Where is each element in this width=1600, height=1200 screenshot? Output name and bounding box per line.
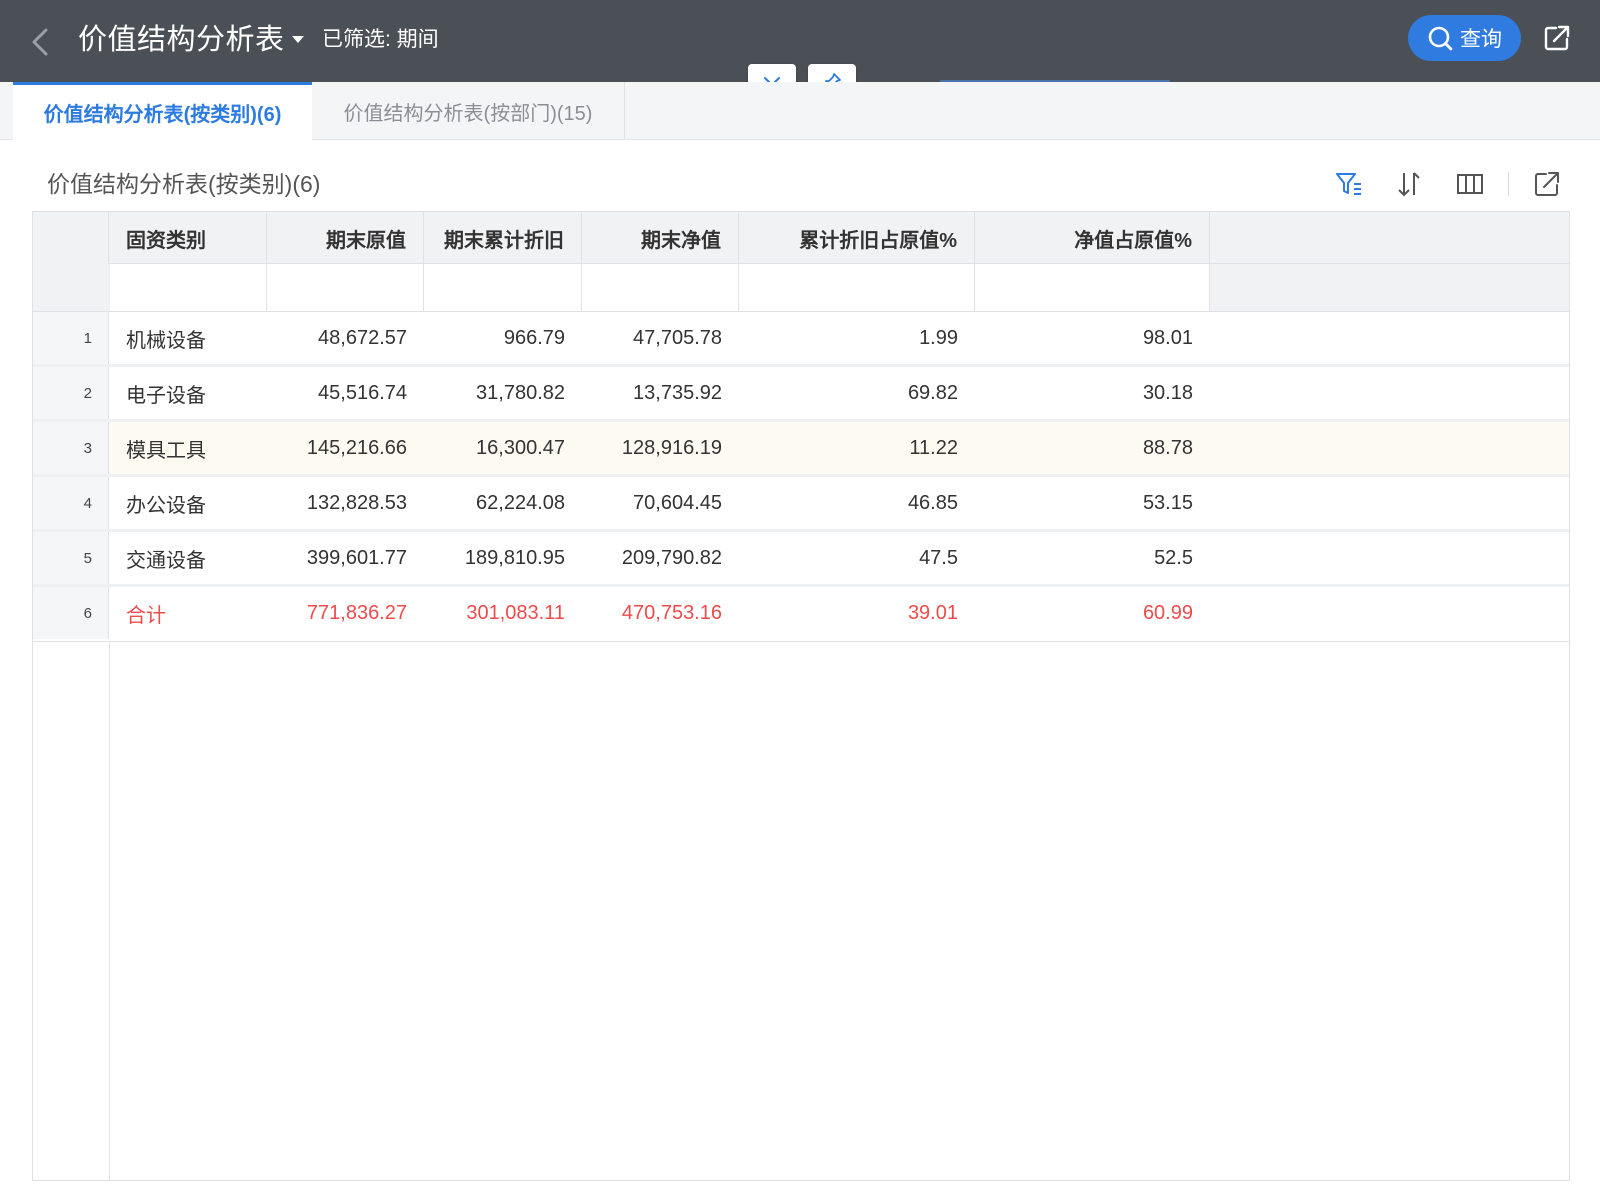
row-number: 5 (33, 532, 109, 584)
column-filter-input[interactable] (582, 264, 739, 311)
column-filter-input[interactable] (110, 264, 267, 311)
page-title: 价值结构分析表 (78, 24, 285, 56)
filter-button[interactable] (1334, 169, 1364, 199)
value-cell: 132,828.53 (306, 491, 407, 514)
tab-by-category[interactable]: 价值结构分析表(按类别)(6) (13, 82, 312, 140)
column-header[interactable]: 固资类别 (109, 212, 267, 264)
search-icon (1428, 26, 1453, 50)
table-row[interactable]: 1 机械设备 48,672.57 966.79 47,705.78 1.99 9… (33, 312, 1569, 367)
sort-button[interactable] (1394, 169, 1424, 199)
query-button-label: 查询 (1460, 28, 1502, 51)
column-header[interactable]: 净值占原值% (975, 212, 1210, 264)
columns-button[interactable] (1455, 169, 1485, 199)
sort-icon (1398, 172, 1420, 197)
value-cell: 88.78 (1142, 436, 1193, 459)
value-cell: 966.79 (503, 326, 565, 349)
column-header[interactable]: 累计折旧占原值% (739, 212, 975, 264)
section-title: 价值结构分析表(按类别)(6) (47, 171, 321, 197)
row-number: 1 (33, 312, 109, 364)
value-cell: 70,604.45 (633, 491, 722, 514)
data-table: 固资类别 期末原值 期末累计折旧 期末净值 累计折旧占原值% 净值占原值% 1 … (32, 211, 1570, 1181)
category-cell: 模具工具 (126, 439, 206, 462)
tab-bar: 价值结构分析表(按类别)(6) 价值结构分析表(按部门)(15) (0, 82, 1600, 140)
total-label-cell: 合计 (126, 604, 166, 627)
column-header[interactable]: 期末原值 (267, 212, 424, 264)
value-cell: 399,601.77 (306, 546, 407, 569)
value-cell: 46.85 (907, 491, 958, 514)
value-cell: 128,916.19 (621, 436, 722, 459)
column-header[interactable]: 期末净值 (582, 212, 739, 264)
filter-status: 已筛选: 期间 (322, 28, 439, 51)
column-filter-row (33, 264, 1569, 312)
value-cell: 30.18 (1142, 381, 1193, 404)
value-cell: 53.15 (1142, 491, 1193, 514)
tab-by-department[interactable]: 价值结构分析表(按部门)(15) (312, 82, 625, 140)
total-value-cell: 771,836.27 (306, 601, 407, 624)
total-value-cell: 301,083.11 (466, 601, 565, 624)
export-icon (1544, 25, 1570, 51)
table-row-total[interactable]: 6 合计 771,836.27 301,083.11 470,753.16 39… (33, 587, 1569, 642)
column-filter-input[interactable] (975, 264, 1210, 311)
column-filter-input[interactable] (267, 264, 424, 311)
value-cell: 31,780.82 (476, 381, 565, 404)
column-header[interactable]: 期末累计折旧 (424, 212, 582, 264)
table-header: 固资类别 期末原值 期末累计折旧 期末净值 累计折旧占原值% 净值占原值% (33, 212, 1569, 312)
export-button[interactable] (1542, 23, 1572, 53)
total-value-cell: 39.01 (907, 601, 958, 624)
app-header: 价值结构分析表 已筛选: 期间 查询 (0, 0, 1600, 82)
category-cell: 机械设备 (126, 329, 206, 352)
toolbar-divider (1508, 172, 1509, 196)
value-cell: 145,216.66 (306, 436, 407, 459)
chevron-left-icon (32, 28, 48, 56)
table-row[interactable]: 2 电子设备 45,516.74 31,780.82 13,735.92 69.… (33, 367, 1569, 422)
total-value-cell: 470,753.16 (621, 601, 722, 624)
export-icon (1535, 172, 1559, 196)
value-cell: 1.99 (919, 326, 958, 349)
row-number: 6 (33, 587, 109, 639)
value-cell: 11.22 (909, 436, 958, 459)
category-cell: 电子设备 (126, 384, 206, 407)
table-export-button[interactable] (1532, 169, 1562, 199)
title-dropdown-button[interactable] (286, 27, 310, 51)
table-row-highlighted[interactable]: 3 模具工具 145,216.66 16,300.47 128,916.19 1… (33, 422, 1569, 477)
value-cell: 52.5 (1154, 546, 1193, 569)
value-cell: 62,224.08 (476, 491, 565, 514)
category-cell: 交通设备 (126, 549, 206, 572)
value-cell: 48,672.57 (318, 326, 407, 349)
back-button[interactable] (26, 22, 56, 62)
column-filter-input[interactable] (424, 264, 582, 311)
query-button[interactable]: 查询 (1408, 15, 1521, 61)
row-number: 2 (33, 367, 109, 419)
table-row[interactable]: 5 交通设备 399,601.77 189,810.95 209,790.82 … (33, 532, 1569, 587)
filter-icon (1336, 173, 1361, 195)
column-filter-input[interactable] (739, 264, 975, 311)
row-number: 4 (33, 477, 109, 529)
value-cell: 47.5 (919, 546, 958, 569)
total-value-cell: 60.99 (1142, 601, 1193, 624)
category-cell: 办公设备 (126, 494, 206, 517)
value-cell: 189,810.95 (464, 546, 565, 569)
value-cell: 16,300.47 (476, 436, 565, 459)
columns-icon (1457, 174, 1483, 194)
caret-down-icon (292, 36, 304, 43)
row-number: 3 (33, 422, 109, 474)
table-row[interactable]: 4 办公设备 132,828.53 62,224.08 70,604.45 46… (33, 477, 1569, 532)
value-cell: 69.82 (907, 381, 958, 404)
value-cell: 45,516.74 (318, 381, 407, 404)
value-cell: 209,790.82 (621, 546, 722, 569)
value-cell: 98.01 (1142, 326, 1193, 349)
value-cell: 47,705.78 (633, 326, 722, 349)
value-cell: 13,735.92 (633, 381, 722, 404)
